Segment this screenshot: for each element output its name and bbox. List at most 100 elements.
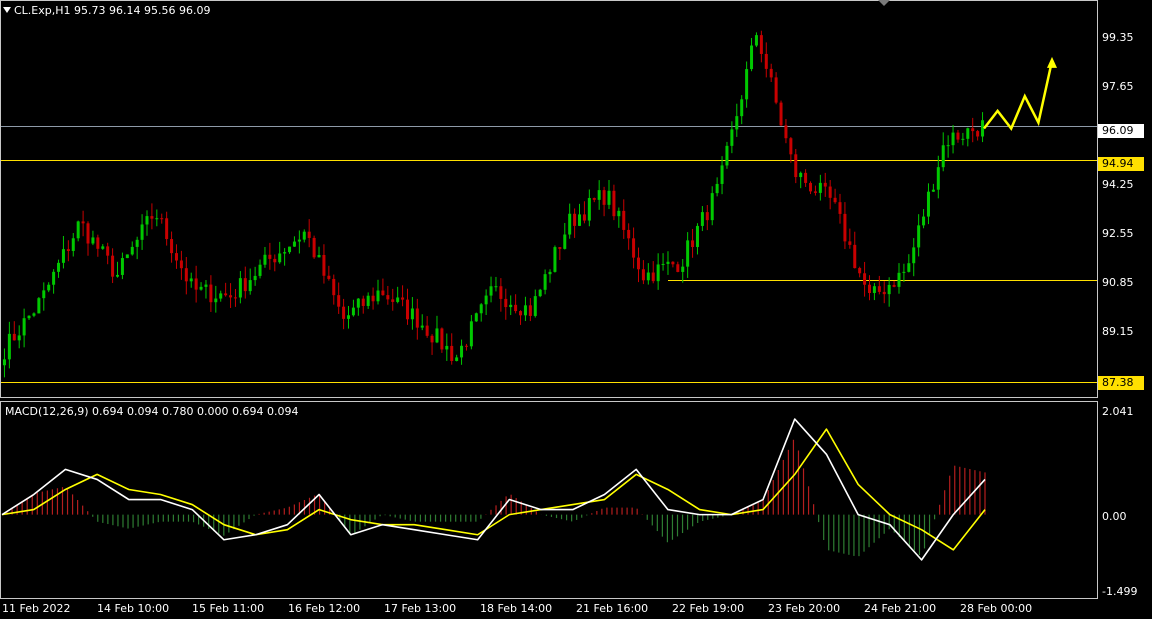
candle-body xyxy=(135,239,139,247)
candle-body xyxy=(745,69,749,100)
candle-body xyxy=(764,53,768,69)
macd-layer xyxy=(1,418,986,561)
candle-body xyxy=(170,239,174,254)
time-axis-label: 21 Feb 16:00 xyxy=(576,602,649,615)
candle-body xyxy=(858,268,862,274)
candle-body xyxy=(823,182,827,187)
candle-body xyxy=(981,120,985,137)
candle-body xyxy=(116,274,120,277)
candle-body xyxy=(750,45,754,70)
candle-body xyxy=(809,182,813,192)
shift-marker-icon[interactable] xyxy=(878,0,890,6)
candle-body xyxy=(715,183,719,194)
candle-body xyxy=(789,138,793,155)
candle-body xyxy=(376,290,380,302)
candle-body xyxy=(288,246,292,253)
candle-body xyxy=(2,359,6,366)
candle-body xyxy=(47,284,51,291)
chart-canvas[interactable] xyxy=(0,0,1152,619)
candle-body xyxy=(578,214,582,226)
price-axis-label: 92.55 xyxy=(1102,227,1134,240)
levels-layer xyxy=(1,126,1097,383)
candle-body xyxy=(322,254,326,276)
candle-body xyxy=(519,311,523,316)
forecast-path xyxy=(983,60,1054,131)
candle-body xyxy=(420,325,424,328)
candle-body xyxy=(307,231,311,238)
candle-body xyxy=(951,132,955,146)
time-axis-label: 14 Feb 10:00 xyxy=(97,602,170,615)
forecast-layer xyxy=(983,56,1057,131)
candle-body xyxy=(312,237,316,258)
candle-body xyxy=(867,284,871,293)
candle-body xyxy=(76,221,80,239)
candle-body xyxy=(936,167,940,190)
candle-body xyxy=(799,172,803,178)
candle-body xyxy=(592,198,596,200)
candle-body xyxy=(425,325,429,336)
candle-body xyxy=(278,253,282,263)
candle-body xyxy=(897,272,901,287)
symbol-menu-icon[interactable] xyxy=(3,7,11,13)
candle-body xyxy=(386,295,390,300)
candle-body xyxy=(917,225,921,248)
candle-body xyxy=(111,255,115,277)
candle-body xyxy=(961,138,965,140)
time-axis-label: 18 Feb 14:00 xyxy=(480,602,553,615)
macd-axis-label: -1.499 xyxy=(1102,585,1138,598)
candle-body xyxy=(371,295,375,302)
candle-body xyxy=(233,297,237,299)
candle-body xyxy=(710,193,714,221)
candle-body xyxy=(646,272,650,281)
candle-body xyxy=(189,278,193,282)
candle-body xyxy=(740,99,744,117)
candle-body xyxy=(573,213,577,226)
candle-body xyxy=(204,284,208,287)
candle-body xyxy=(828,186,832,198)
candle-body xyxy=(725,145,729,166)
price-axis-label: 89.15 xyxy=(1102,325,1134,338)
candle-body xyxy=(818,182,822,193)
time-axis-label: 28 Feb 00:00 xyxy=(960,602,1033,615)
candle-body xyxy=(686,240,690,267)
candle-body xyxy=(302,231,306,240)
candle-body xyxy=(892,284,896,287)
time-axis-label: 11 Feb 2022 xyxy=(2,602,71,615)
candle-body xyxy=(582,214,586,221)
candle-body xyxy=(754,35,758,46)
candle-body xyxy=(681,266,685,272)
candle-body xyxy=(342,306,346,319)
candle-body xyxy=(351,307,355,316)
candle-body xyxy=(494,286,498,288)
candle-body xyxy=(666,261,670,264)
candle-body xyxy=(52,271,56,285)
candle-body xyxy=(71,238,75,251)
candle-body xyxy=(229,295,233,298)
level-price-tag: 94.94 xyxy=(1098,157,1144,171)
candle-body xyxy=(612,190,616,217)
candle-body xyxy=(224,293,228,296)
candle-body xyxy=(22,318,26,336)
candle-body xyxy=(42,290,46,299)
candle-body xyxy=(356,298,360,308)
symbol-info: CL.Exp,H1 95.73 96.14 95.56 96.09 xyxy=(14,4,211,17)
candle-body xyxy=(101,246,105,249)
candle-body xyxy=(440,328,444,350)
candle-body xyxy=(607,190,611,205)
candle-body xyxy=(759,35,763,54)
candle-body xyxy=(430,335,434,343)
candle-body xyxy=(833,197,837,203)
macd-axis-label: 0.00 xyxy=(1102,510,1127,523)
candle-body xyxy=(651,272,655,282)
candle-body xyxy=(120,258,124,275)
candle-body xyxy=(922,216,926,226)
candle-body xyxy=(405,299,409,320)
candle-body xyxy=(140,224,144,240)
candle-body xyxy=(553,247,557,272)
candle-body xyxy=(691,240,695,248)
price-axis-label: 90.85 xyxy=(1102,276,1134,289)
candle-body xyxy=(455,357,459,361)
candle-body xyxy=(887,284,891,295)
candle-body xyxy=(976,131,980,137)
candle-body xyxy=(474,313,478,322)
